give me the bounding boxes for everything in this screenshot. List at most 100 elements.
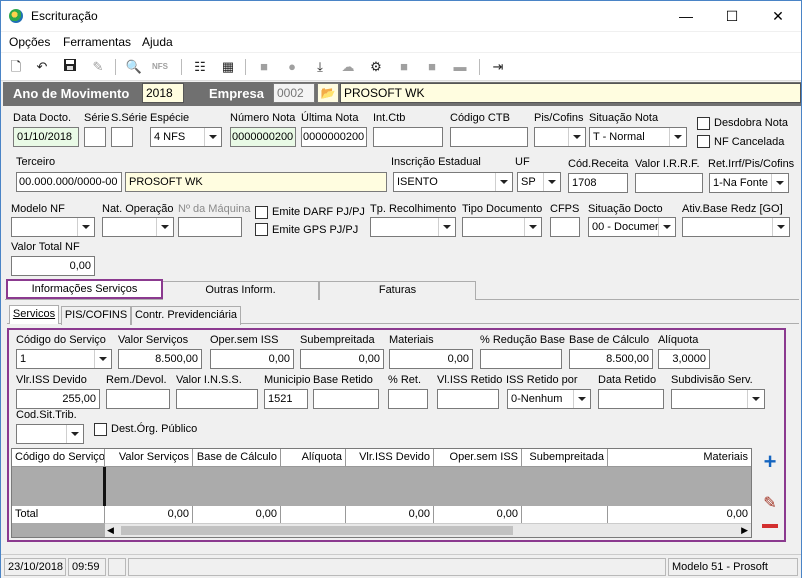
save-icon[interactable] — [61, 58, 79, 76]
s-serie-input[interactable] — [111, 127, 133, 147]
grid-header-vlr-iss-devido[interactable]: Vlr.ISS Devido — [346, 449, 434, 467]
edit-icon[interactable]: ✎ — [758, 493, 782, 515]
subempreitada-label: Subempreitada — [300, 334, 375, 346]
calculator-icon[interactable]: ▦ — [219, 58, 237, 76]
cloud-icon[interactable]: ☁ — [339, 58, 357, 76]
grid-header-aliquota[interactable]: Alíquota — [281, 449, 346, 467]
reducao-base-input[interactable] — [480, 349, 562, 369]
rem-devol-input[interactable] — [106, 389, 170, 409]
base-calculo-input[interactable]: 8.500,00 — [569, 349, 653, 369]
grid-header-subempreitada[interactable]: Subempreitada — [522, 449, 608, 467]
folder-icon[interactable]: ■ — [255, 58, 273, 76]
grid-horizontal-scrollbar[interactable]: ◀ ▶ — [105, 523, 751, 537]
desdobra-nota-checkbox[interactable] — [697, 117, 710, 130]
int-ctb-input[interactable] — [373, 127, 443, 147]
nat-operacao-select[interactable] — [102, 217, 174, 237]
ativ-base-select[interactable] — [682, 217, 790, 237]
bar-icon[interactable]: ▬ — [451, 58, 469, 76]
new-icon[interactable]: 🗋 — [7, 58, 25, 76]
grid-header-codigo-servico[interactable]: Código do Serviço — [12, 449, 105, 467]
vlr-iss-devido-input[interactable]: 255,00 — [16, 389, 100, 409]
data-retido-input[interactable] — [598, 389, 664, 409]
aliquota-input[interactable]: 3,0000 — [658, 349, 710, 369]
tab-faturas[interactable]: Faturas — [319, 281, 476, 300]
cib-icon[interactable]: ⚙ — [367, 58, 385, 76]
subdivisao-select[interactable] — [671, 389, 765, 409]
grid-header-materiais[interactable]: Materiais — [608, 449, 751, 467]
codigo-ctb-input[interactable] — [450, 127, 528, 147]
valor-total-nf-input[interactable]: 0,00 — [11, 256, 95, 276]
pct-ret-input[interactable] — [388, 389, 428, 409]
cod-sit-trib-select[interactable] — [16, 424, 84, 444]
situacao-docto-select[interactable]: 00 - Documer — [588, 217, 676, 237]
undo-icon[interactable]: ↶ — [33, 58, 51, 76]
delete-icon[interactable]: ✎ — [89, 58, 107, 76]
close-button[interactable]: ✕ — [755, 1, 801, 31]
valor-inss-input[interactable] — [176, 389, 258, 409]
nf-cancelada-checkbox[interactable] — [697, 135, 710, 148]
subtab-pis-cofins[interactable]: PIS/COFINS — [61, 306, 131, 325]
inscricao-estadual-select[interactable]: ISENTO — [393, 172, 513, 192]
oper-sem-iss-input[interactable]: 0,00 — [210, 349, 294, 369]
tree-icon[interactable]: ☷ — [191, 58, 209, 76]
maximize-button[interactable]: ☐ — [709, 1, 755, 31]
menu-opcoes[interactable]: Opções — [9, 35, 50, 49]
tool-icon[interactable]: ● — [283, 58, 301, 76]
numero-nota-input[interactable]: 0000000200 — [230, 127, 296, 147]
serie-input[interactable] — [84, 127, 106, 147]
base-retido-input[interactable] — [313, 389, 379, 409]
valor-servicos-input[interactable]: 8.500,00 — [118, 349, 202, 369]
vl-iss-retido-input[interactable] — [437, 389, 499, 409]
dest-org-checkbox[interactable] — [94, 423, 107, 436]
scrollbar-thumb[interactable] — [121, 526, 513, 535]
situacao-nota-select[interactable]: T - Normal — [589, 127, 687, 147]
tipo-documento-select[interactable] — [462, 217, 542, 237]
valor-irrf-input[interactable] — [635, 173, 703, 193]
vlr-iss-devido-label: Vlr.ISS Devido — [16, 374, 87, 386]
preview-icon[interactable]: 🔍 — [125, 58, 143, 76]
tab-outras-inform[interactable]: Outras Inform. — [162, 281, 319, 300]
inscricao-estadual-value: ISENTO — [397, 176, 438, 188]
ret-irrf-select[interactable]: 1-Na Fonte — [709, 173, 789, 193]
menu-ferramentas[interactable]: Ferramentas — [63, 35, 131, 49]
iss-retido-por-select[interactable]: 0-Nenhum — [507, 389, 591, 409]
ano-input[interactable]: 2018 — [142, 83, 184, 103]
copy-icon[interactable]: ■ — [395, 58, 413, 76]
scroll-left-icon[interactable]: ◀ — [107, 525, 114, 536]
especie-select[interactable]: 4 NFS — [150, 127, 222, 147]
nfs-icon[interactable]: NFS — [151, 58, 169, 76]
codigo-servico-select[interactable]: 1 — [16, 349, 112, 369]
blank-icon[interactable]: ■ — [423, 58, 441, 76]
n-maquina-input[interactable] — [178, 217, 242, 237]
grid-header-valor-servicos[interactable]: Valor Serviços — [105, 449, 193, 467]
toolbar-separator — [245, 59, 246, 75]
data-docto-input[interactable]: 01/10/2018 — [13, 127, 79, 147]
cfps-input[interactable] — [550, 217, 580, 237]
modelo-nf-select[interactable] — [11, 217, 95, 237]
tp-recolhimento-select[interactable] — [370, 217, 456, 237]
subtab-contr-previdenciaria[interactable]: Contr. Previdenciária — [131, 306, 241, 325]
import-icon[interactable]: ⤓ — [311, 58, 329, 76]
scroll-right-icon[interactable]: ▶ — [741, 525, 748, 536]
open-folder-icon[interactable]: 📂 — [317, 83, 339, 103]
emite-darf-checkbox[interactable] — [255, 206, 268, 219]
emite-gps-checkbox[interactable] — [255, 223, 268, 236]
empresa-code-input[interactable]: 0002 — [273, 83, 315, 103]
uf-select[interactable]: SP — [517, 172, 561, 192]
remove-icon[interactable] — [762, 524, 778, 528]
materiais-input[interactable]: 0,00 — [389, 349, 473, 369]
chevron-down-icon — [71, 432, 79, 436]
pis-cofins-select[interactable] — [534, 127, 586, 147]
terceiro-doc-input[interactable]: 00.000.000/0000-00 — [16, 172, 122, 192]
add-icon[interactable]: + — [758, 451, 782, 474]
municipio-input[interactable]: 1521 — [264, 389, 308, 409]
minimize-button[interactable]: — — [663, 1, 709, 31]
cod-receita-input[interactable]: 1708 — [568, 173, 628, 193]
subempreitada-input[interactable]: 0,00 — [300, 349, 384, 369]
subtab-servicos[interactable]: Servicos — [9, 305, 59, 324]
status-message — [128, 558, 666, 576]
grid-header-base-calculo[interactable]: Base de Cálculo — [193, 449, 281, 467]
grid-header-oper-sem-iss[interactable]: Oper.sem ISS — [434, 449, 522, 467]
exit-icon[interactable]: ⇥ — [489, 58, 507, 76]
menu-ajuda[interactable]: Ajuda — [142, 35, 173, 49]
